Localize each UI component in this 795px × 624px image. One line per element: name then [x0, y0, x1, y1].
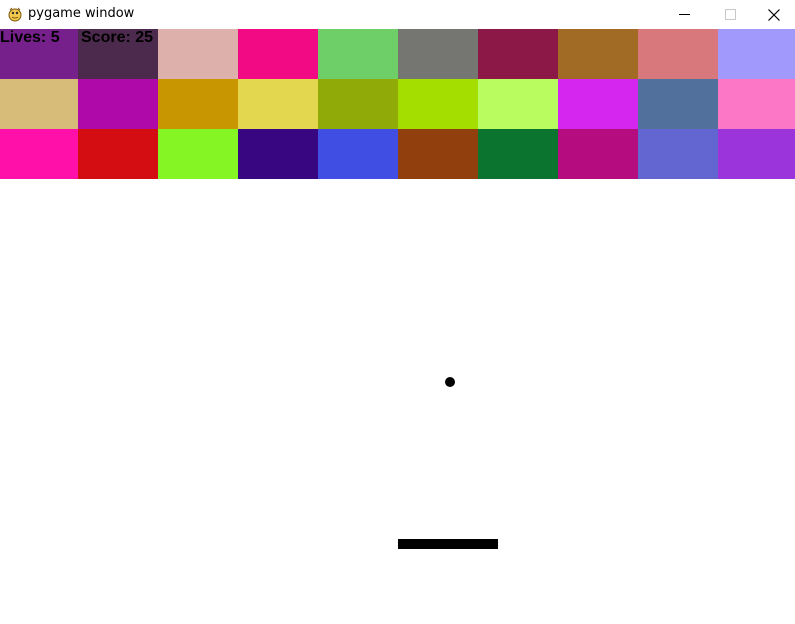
brick — [718, 29, 795, 79]
brick — [478, 79, 558, 129]
brick — [318, 29, 398, 79]
brick — [478, 129, 558, 179]
title-bar[interactable]: pygame window — [0, 0, 795, 29]
ball — [445, 377, 455, 387]
brick — [238, 79, 318, 129]
pygame-snake-icon — [7, 6, 23, 22]
brick — [558, 129, 638, 179]
lives-counter: Lives: 5 — [0, 29, 60, 46]
score-counter: Score: 25 — [81, 29, 154, 46]
brick — [558, 79, 638, 129]
brick — [638, 79, 718, 129]
brick — [78, 79, 158, 129]
brick — [318, 79, 398, 129]
minimize-button[interactable] — [661, 0, 707, 29]
pygame-window: pygame window Lives: 5 Score: 25 — [0, 0, 795, 624]
brick — [0, 129, 78, 179]
paddle[interactable] — [398, 539, 498, 549]
brick — [398, 29, 478, 79]
brick-grid — [0, 29, 795, 179]
brick — [0, 79, 78, 129]
brick — [238, 129, 318, 179]
brick — [398, 79, 478, 129]
close-button[interactable] — [751, 0, 795, 29]
brick — [158, 29, 238, 79]
brick — [638, 129, 718, 179]
brick — [478, 29, 558, 79]
window-title: pygame window — [28, 6, 135, 21]
close-icon — [768, 8, 780, 21]
brick — [398, 129, 478, 179]
maximize-button[interactable] — [707, 0, 753, 29]
brick — [718, 79, 795, 129]
brick — [158, 79, 238, 129]
brick — [558, 29, 638, 79]
brick — [318, 129, 398, 179]
game-canvas[interactable]: Lives: 5 Score: 25 — [0, 29, 795, 624]
brick — [158, 129, 238, 179]
minimize-icon — [678, 9, 690, 20]
brick — [238, 29, 318, 79]
brick — [718, 129, 795, 179]
brick — [78, 129, 158, 179]
brick — [638, 29, 718, 79]
maximize-icon — [724, 9, 736, 20]
